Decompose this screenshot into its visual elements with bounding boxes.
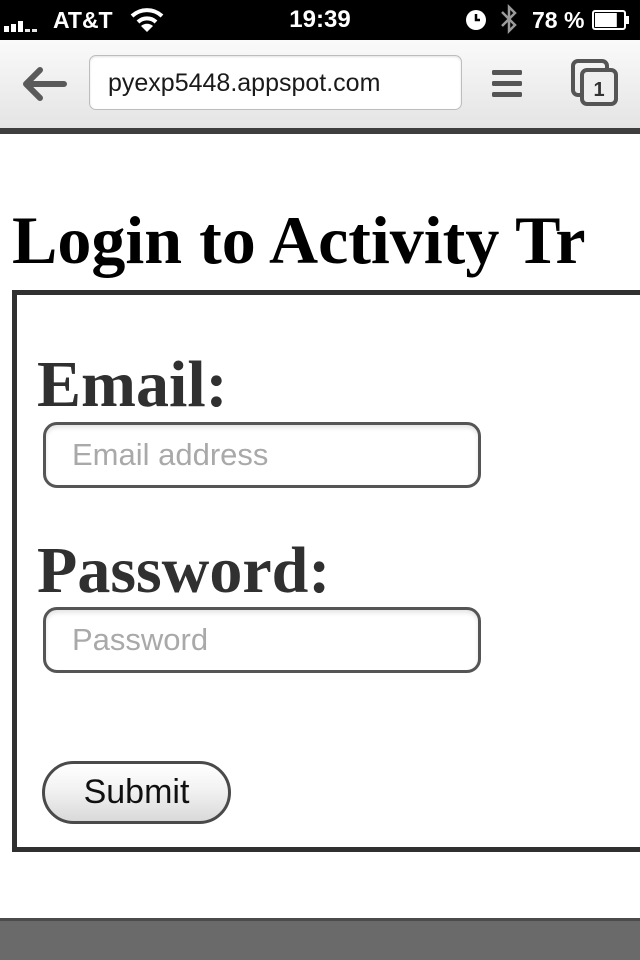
back-arrow-icon[interactable] [20, 64, 68, 104]
tab-count: 1 [593, 79, 604, 101]
lock-rotation-icon [466, 10, 486, 30]
email-input[interactable] [43, 422, 481, 488]
page-title: Login to Activity Tr [12, 202, 586, 278]
password-input[interactable] [43, 607, 481, 673]
menu-icon[interactable] [490, 64, 526, 104]
bluetooth-icon [501, 3, 517, 35]
tabs-icon: 1 [571, 59, 618, 106]
web-page: Login to Activity Tr Email: Password: Su… [0, 134, 640, 918]
status-bar: AT&T 19:39 78 % [0, 0, 640, 40]
url-field[interactable]: pyexp5448.appspot.com [89, 55, 462, 110]
tabs-button[interactable]: 1 [570, 58, 620, 108]
email-label: Email: [37, 348, 228, 421]
bottom-bar [0, 918, 640, 960]
password-label: Password: [37, 534, 331, 607]
battery-percent: 78 % [532, 7, 585, 33]
browser-toolbar: pyexp5448.appspot.com 1 [0, 40, 640, 134]
login-form: Email: Password: Submit [12, 290, 640, 852]
submit-button[interactable]: Submit [42, 761, 231, 824]
battery-icon [592, 10, 629, 30]
